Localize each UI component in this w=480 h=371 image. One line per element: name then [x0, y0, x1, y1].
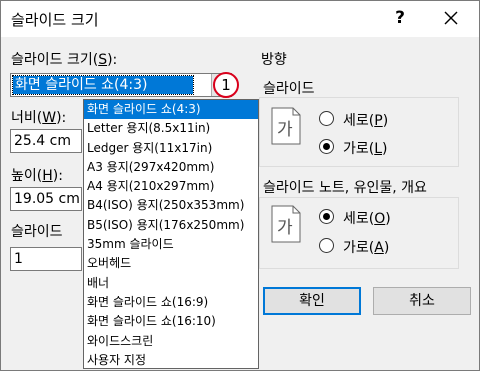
slides-landscape-label: 가로(L): [343, 141, 388, 157]
slide-size-selected-value: 화면 슬라이드 쇼(4:3): [12, 75, 194, 95]
slide-size-dialog: 슬라이드 크기 ? 슬라이드 크기(S): 화면 슬라이드 쇼(4:3) 1 너…: [0, 0, 480, 371]
slide-number-input[interactable]: 1: [10, 247, 82, 271]
slide-size-dropdown-list: 화면 슬라이드 쇼(4:3) Letter 용지(8.5x11in) Ledger …: [83, 99, 259, 369]
slides-icon-glyph: 가: [277, 120, 293, 140]
slide-size-option[interactable]: 화면 슬라이드 쇼(16:10): [84, 312, 258, 331]
help-button[interactable]: ?: [387, 5, 413, 31]
slide-size-label: 슬라이드 크기(S):: [11, 52, 118, 68]
slide-size-option[interactable]: 화면 슬라이드 쇼(16:9): [84, 293, 258, 312]
slide-size-combobox[interactable]: 화면 슬라이드 쇼(4:3): [10, 73, 232, 97]
slides-landscape-radio[interactable]: [319, 139, 334, 154]
width-label: 너비(W):: [11, 110, 67, 126]
slide-size-option[interactable]: 와이드스크린: [84, 332, 258, 351]
slides-portrait-radio[interactable]: [319, 111, 334, 126]
close-icon: [444, 11, 458, 25]
slide-size-option[interactable]: 화면 슬라이드 쇼(4:3): [84, 100, 258, 120]
callout-badge: 1: [213, 72, 239, 98]
close-button[interactable]: [437, 5, 465, 31]
slide-size-option[interactable]: Letter 용지(8.5x11in): [84, 119, 258, 138]
slides-orientation-label: 슬라이드: [263, 81, 315, 97]
ok-button[interactable]: 확인: [263, 287, 361, 315]
slide-size-option[interactable]: 오버헤드: [84, 254, 258, 273]
title-bar: 슬라이드 크기 ?: [1, 1, 479, 37]
notes-landscape-radio[interactable]: [319, 238, 334, 253]
height-label: 높이(H):: [11, 168, 63, 184]
notes-landscape-label: 가로(A): [343, 240, 390, 256]
notes-icon-glyph: 가: [277, 218, 293, 238]
notes-portrait-radio[interactable]: [319, 209, 334, 224]
slide-number-label: 슬라이드: [11, 224, 63, 240]
slide-size-option[interactable]: B5(ISO) 용지(176x250mm): [84, 216, 258, 235]
notes-portrait-label: 세로(O): [343, 211, 391, 227]
slide-size-option[interactable]: A3 용지(297x420mm): [84, 158, 258, 177]
slide-size-option[interactable]: 35mm 슬라이드: [84, 235, 258, 254]
slide-size-option[interactable]: 배너: [84, 274, 258, 293]
slide-size-option[interactable]: B4(ISO) 용지(250x353mm): [84, 196, 258, 215]
height-input[interactable]: 19.05 cm: [10, 187, 82, 211]
slide-size-option[interactable]: A4 용지(210x297mm): [84, 177, 258, 196]
width-input[interactable]: 25.4 cm: [10, 129, 82, 153]
cancel-button[interactable]: 취소: [373, 287, 471, 315]
slides-portrait-label: 세로(P): [343, 113, 389, 129]
slide-size-option[interactable]: Ledger 용지(11x17in): [84, 139, 258, 158]
notes-orientation-label: 슬라이드 노트, 유인물, 개요: [263, 180, 427, 196]
orientation-section-label: 방향: [261, 52, 287, 68]
dialog-title: 슬라이드 크기: [11, 11, 99, 29]
slide-size-option[interactable]: 사용자 지정: [84, 351, 258, 370]
